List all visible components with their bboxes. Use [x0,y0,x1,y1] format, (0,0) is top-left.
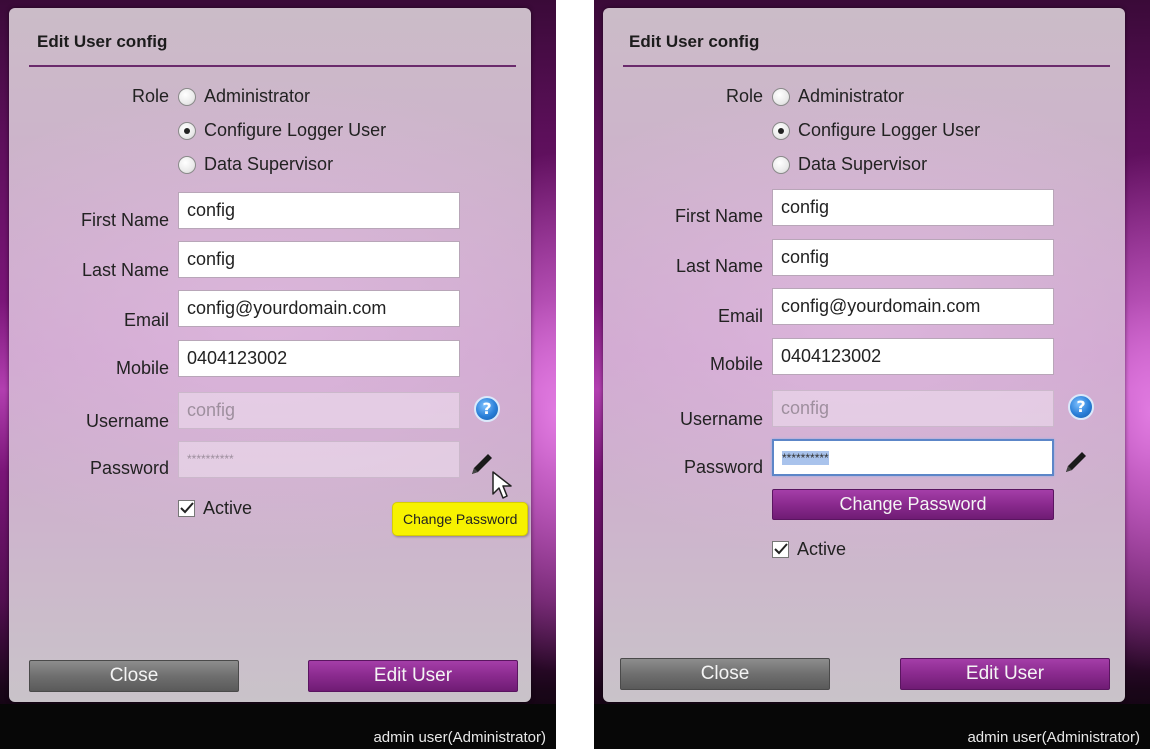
password-mask: ********** [187,452,234,466]
edit-user-button[interactable]: Edit User [308,660,518,692]
pencil-icon[interactable] [1063,449,1089,475]
change-password-tooltip: Change Password [392,502,529,536]
status-bar: admin user(Administrator) [594,704,1150,749]
password-field[interactable]: ********** [178,441,460,478]
radio-button[interactable] [772,155,790,174]
checkbox[interactable] [772,541,789,558]
radio-button[interactable] [772,121,790,140]
radio-role-data-supervisor[interactable]: Data Supervisor [178,154,333,175]
email-label: Email [717,306,763,326]
first-name-field[interactable]: config [772,189,1054,226]
change-password-button[interactable]: Change Password [772,489,1054,520]
help-icon[interactable]: ? [474,396,500,422]
email-field[interactable]: config@yourdomain.com [772,288,1054,325]
radio-role-administrator[interactable]: Administrator [772,86,904,107]
check-icon [180,502,194,514]
radio-button[interactable] [178,87,196,106]
first-name-field[interactable]: config [178,192,460,229]
radio-label: Administrator [204,86,311,106]
active-label: Active [797,539,847,559]
mobile-field[interactable]: 0404123002 [772,338,1054,375]
active-checkbox[interactable]: Active [772,539,846,560]
status-bar: admin user(Administrator) [0,704,556,749]
last-name-field[interactable]: config [178,241,460,278]
radio-role-configure-logger-user[interactable]: Configure Logger User [772,120,980,141]
active-checkbox[interactable]: Active [178,498,252,519]
title-divider [29,65,516,67]
radio-button[interactable] [178,121,196,140]
close-button[interactable]: Close [620,658,830,690]
dialog-title: Edit User config [629,32,760,51]
radio-label: Data Supervisor [204,154,334,174]
role-label: Role [131,86,169,106]
email-field[interactable]: config@yourdomain.com [178,290,460,327]
radio-button[interactable] [772,87,790,106]
radio-label: Data Supervisor [798,154,928,174]
role-label: Role [725,86,763,106]
screen-right: Edit User config Role Administrator Conf… [594,0,1150,749]
last-name-label: Last Name [675,256,763,276]
current-user-label: admin user(Administrator) [373,729,546,746]
username-label: Username [85,411,169,431]
radio-label: Administrator [798,86,905,106]
radio-label: Configure Logger User [204,120,387,140]
username-field: config [178,392,460,429]
help-icon[interactable]: ? [1068,394,1094,420]
radio-role-administrator[interactable]: Administrator [178,86,310,107]
current-user-label: admin user(Administrator) [967,729,1140,746]
active-label: Active [203,498,253,518]
close-button[interactable]: Close [29,660,239,692]
dialog-title: Edit User config [37,32,168,51]
check-icon [774,543,788,555]
edit-user-dialog: Edit User config Role Administrator Conf… [9,8,531,702]
title-divider [623,65,1110,67]
password-label: Password [683,457,763,477]
radio-button[interactable] [178,155,196,174]
mouse-pointer-icon [492,471,512,499]
checkbox[interactable] [178,500,195,517]
radio-role-configure-logger-user[interactable]: Configure Logger User [178,120,386,141]
last-name-label: Last Name [81,260,169,280]
username-label: Username [679,409,763,429]
email-label: Email [123,310,169,330]
mobile-label: Mobile [115,358,169,378]
edit-user-button[interactable]: Edit User [900,658,1110,690]
edit-user-dialog: Edit User config Role Administrator Conf… [603,8,1125,702]
password-field[interactable]: ********** [772,439,1054,476]
username-field: config [772,390,1054,427]
first-name-label: First Name [80,210,169,230]
screen-left: Edit User config Role Administrator Conf… [0,0,556,749]
mobile-field[interactable]: 0404123002 [178,340,460,377]
first-name-label: First Name [674,206,763,226]
radio-role-data-supervisor[interactable]: Data Supervisor [772,154,927,175]
mobile-label: Mobile [709,354,763,374]
radio-label: Configure Logger User [798,120,981,140]
password-mask: ********** [782,451,829,465]
password-label: Password [89,458,169,478]
last-name-field[interactable]: config [772,239,1054,276]
